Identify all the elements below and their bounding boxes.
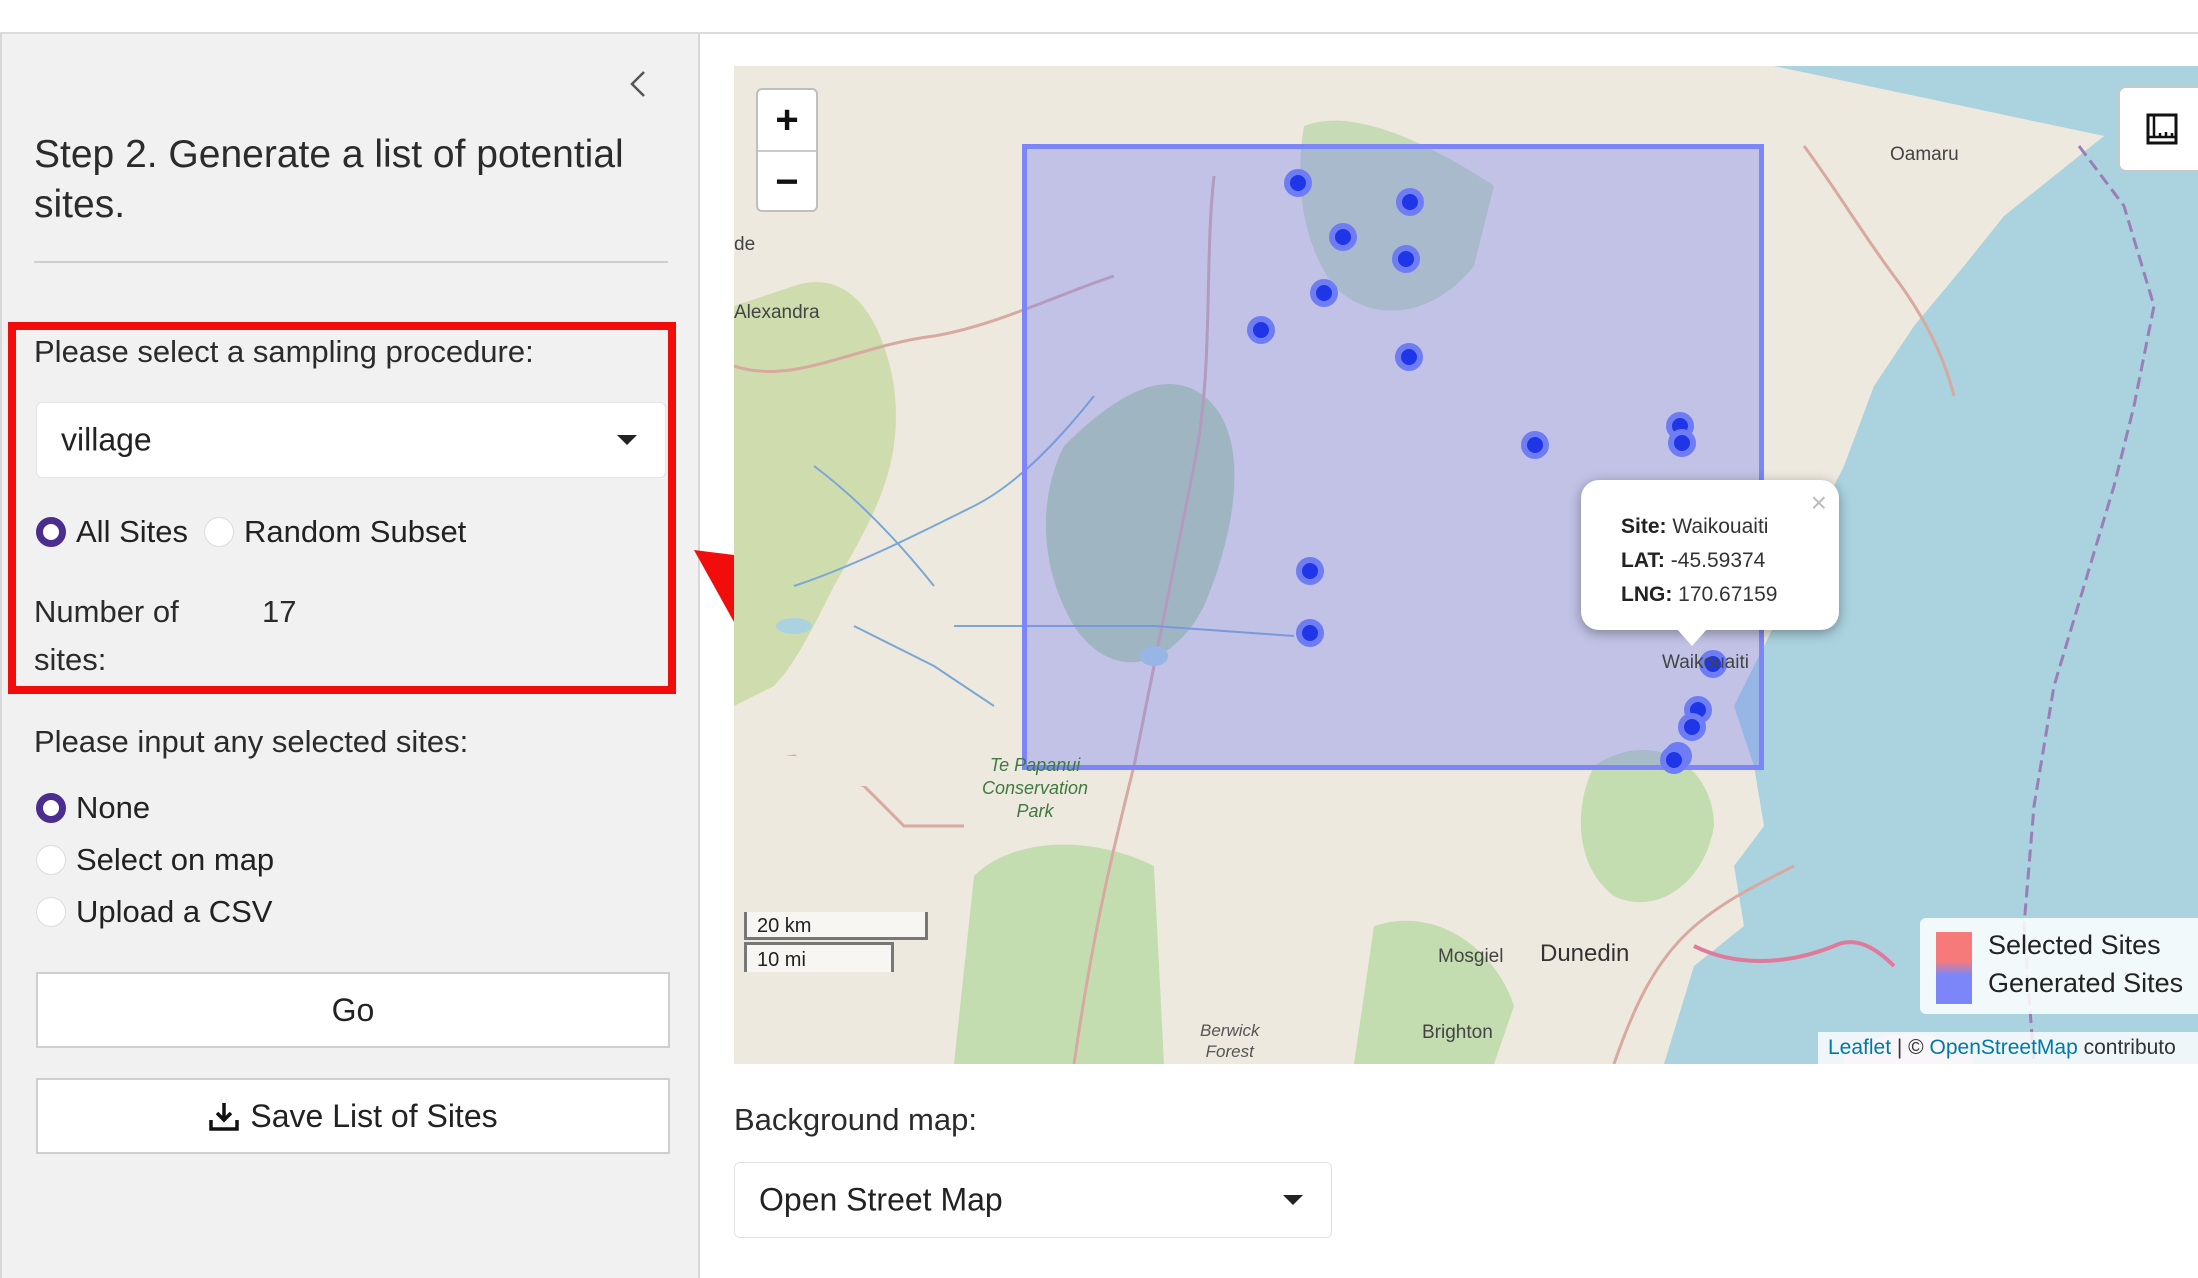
ruler-icon bbox=[2146, 113, 2178, 145]
site-marker bbox=[1284, 169, 1312, 197]
place-label-line: Te Papanui bbox=[989, 755, 1081, 775]
legend-selected-sites: Selected Sites bbox=[1988, 930, 2161, 960]
radio-select-on-map[interactable]: Select on map bbox=[36, 842, 274, 878]
osm-link[interactable]: OpenStreetMap bbox=[1930, 1036, 2078, 1059]
place-label-ide: de bbox=[734, 234, 756, 255]
popup-lat-row: LAT: -45.59374 bbox=[1621, 544, 1839, 578]
site-popup: × Site: Waikouaiti LAT: -45.59374 LNG: 1… bbox=[1581, 480, 1839, 646]
popup-site-key: Site: bbox=[1621, 515, 1667, 538]
site-marker bbox=[1668, 429, 1696, 457]
radio-label: Upload a CSV bbox=[76, 894, 273, 929]
scale-km: 20 km bbox=[744, 912, 928, 940]
place-label-oamaru: Oamaru bbox=[1890, 144, 1959, 165]
place-label-brighton: Brighton bbox=[1422, 1022, 1493, 1043]
sidebar-divider bbox=[34, 261, 668, 263]
save-list-button[interactable]: Save List of Sites bbox=[36, 1078, 670, 1154]
radio-indicator bbox=[36, 897, 66, 927]
place-label-te-papanui: Te Papanui Conservation Park bbox=[982, 754, 1088, 823]
site-marker bbox=[1296, 557, 1324, 585]
legend-generated-sites: Generated Sites bbox=[1988, 968, 2184, 998]
radio-none[interactable]: None bbox=[36, 790, 150, 826]
radio-label: Select on map bbox=[76, 842, 275, 877]
popup-site-value: Waikouaiti bbox=[1672, 515, 1769, 538]
background-map-label: Background map: bbox=[734, 1102, 977, 1137]
radio-upload-csv[interactable]: Upload a CSV bbox=[36, 894, 272, 930]
popup-lat-key: LAT: bbox=[1621, 549, 1665, 572]
site-marker bbox=[1296, 619, 1324, 647]
site-marker bbox=[1678, 713, 1706, 741]
zoom-in-button[interactable]: + bbox=[758, 90, 816, 150]
popup-site-row: Site: Waikouaiti bbox=[1621, 510, 1839, 544]
site-marker bbox=[1392, 245, 1420, 273]
radio-label: None bbox=[76, 790, 151, 825]
place-label-waikouaiti: Waikouaiti bbox=[1662, 652, 1749, 673]
place-label-line: Conservation bbox=[982, 778, 1089, 798]
chevron-left-icon bbox=[630, 71, 645, 97]
site-marker bbox=[1660, 746, 1688, 774]
measure-tool-button[interactable] bbox=[2118, 86, 2198, 172]
attribution-separator: | © bbox=[1891, 1036, 1930, 1059]
go-button[interactable]: Go bbox=[36, 972, 670, 1048]
place-label-berwick-forest: Berwick Forest bbox=[1200, 1020, 1260, 1062]
place-label-line: Forest bbox=[1205, 1042, 1254, 1061]
map-scale: 20 km 10 mi bbox=[744, 912, 928, 972]
place-label-line: Park bbox=[1016, 801, 1054, 821]
radio-indicator bbox=[36, 845, 66, 875]
scale-mi: 10 mi bbox=[744, 942, 894, 972]
popup-lng-value: 170.67159 bbox=[1678, 583, 1778, 606]
legend-color-swatch bbox=[1936, 932, 1972, 1004]
leaflet-link[interactable]: Leaflet bbox=[1828, 1036, 1891, 1059]
attribution-rest: contributo bbox=[2077, 1036, 2176, 1059]
leaflet-map[interactable]: Oamaru Alexandra de Te Papanui Conservat… bbox=[734, 66, 2198, 1064]
radio-indicator bbox=[36, 793, 66, 823]
popup-lat-value: -45.59374 bbox=[1670, 549, 1766, 572]
site-marker bbox=[1247, 316, 1275, 344]
chevron-down-icon bbox=[1283, 1195, 1303, 1205]
download-icon bbox=[209, 1103, 240, 1131]
site-markers bbox=[1247, 169, 1727, 774]
collapse-sidebar-button[interactable] bbox=[624, 64, 654, 104]
site-marker bbox=[1310, 279, 1338, 307]
zoom-out-button[interactable]: − bbox=[758, 152, 816, 212]
place-label-line: Berwick bbox=[1200, 1021, 1260, 1040]
place-label-dunedin: Dunedin bbox=[1540, 940, 1630, 967]
site-marker bbox=[1395, 343, 1423, 371]
save-list-label: Save List of Sites bbox=[250, 1097, 498, 1134]
zoom-control: + − bbox=[756, 88, 818, 212]
place-label-alexandra: Alexandra bbox=[734, 302, 820, 323]
popup-lng-key: LNG: bbox=[1621, 583, 1673, 606]
popup-close-button[interactable]: × bbox=[1811, 486, 1827, 520]
selected-sites-label: Please input any selected sites: bbox=[34, 724, 469, 759]
map-attribution: Leaflet | © OpenStreetMap contributo bbox=[1818, 1032, 2198, 1064]
place-label-mosgiel: Mosgiel bbox=[1438, 946, 1504, 967]
site-marker bbox=[1329, 223, 1357, 251]
background-map-value: Open Street Map bbox=[759, 1181, 1003, 1218]
site-marker bbox=[1396, 188, 1424, 216]
map-legend: Selected Sites Generated Sites bbox=[1920, 918, 2198, 1014]
annotation-highlight-box bbox=[8, 322, 676, 694]
step-title: Step 2. Generate a list of potential sit… bbox=[34, 133, 624, 226]
background-map-select[interactable]: Open Street Map bbox=[734, 1162, 1332, 1238]
site-marker bbox=[1521, 431, 1549, 459]
popup-lng-row: LNG: 170.67159 bbox=[1621, 578, 1839, 612]
